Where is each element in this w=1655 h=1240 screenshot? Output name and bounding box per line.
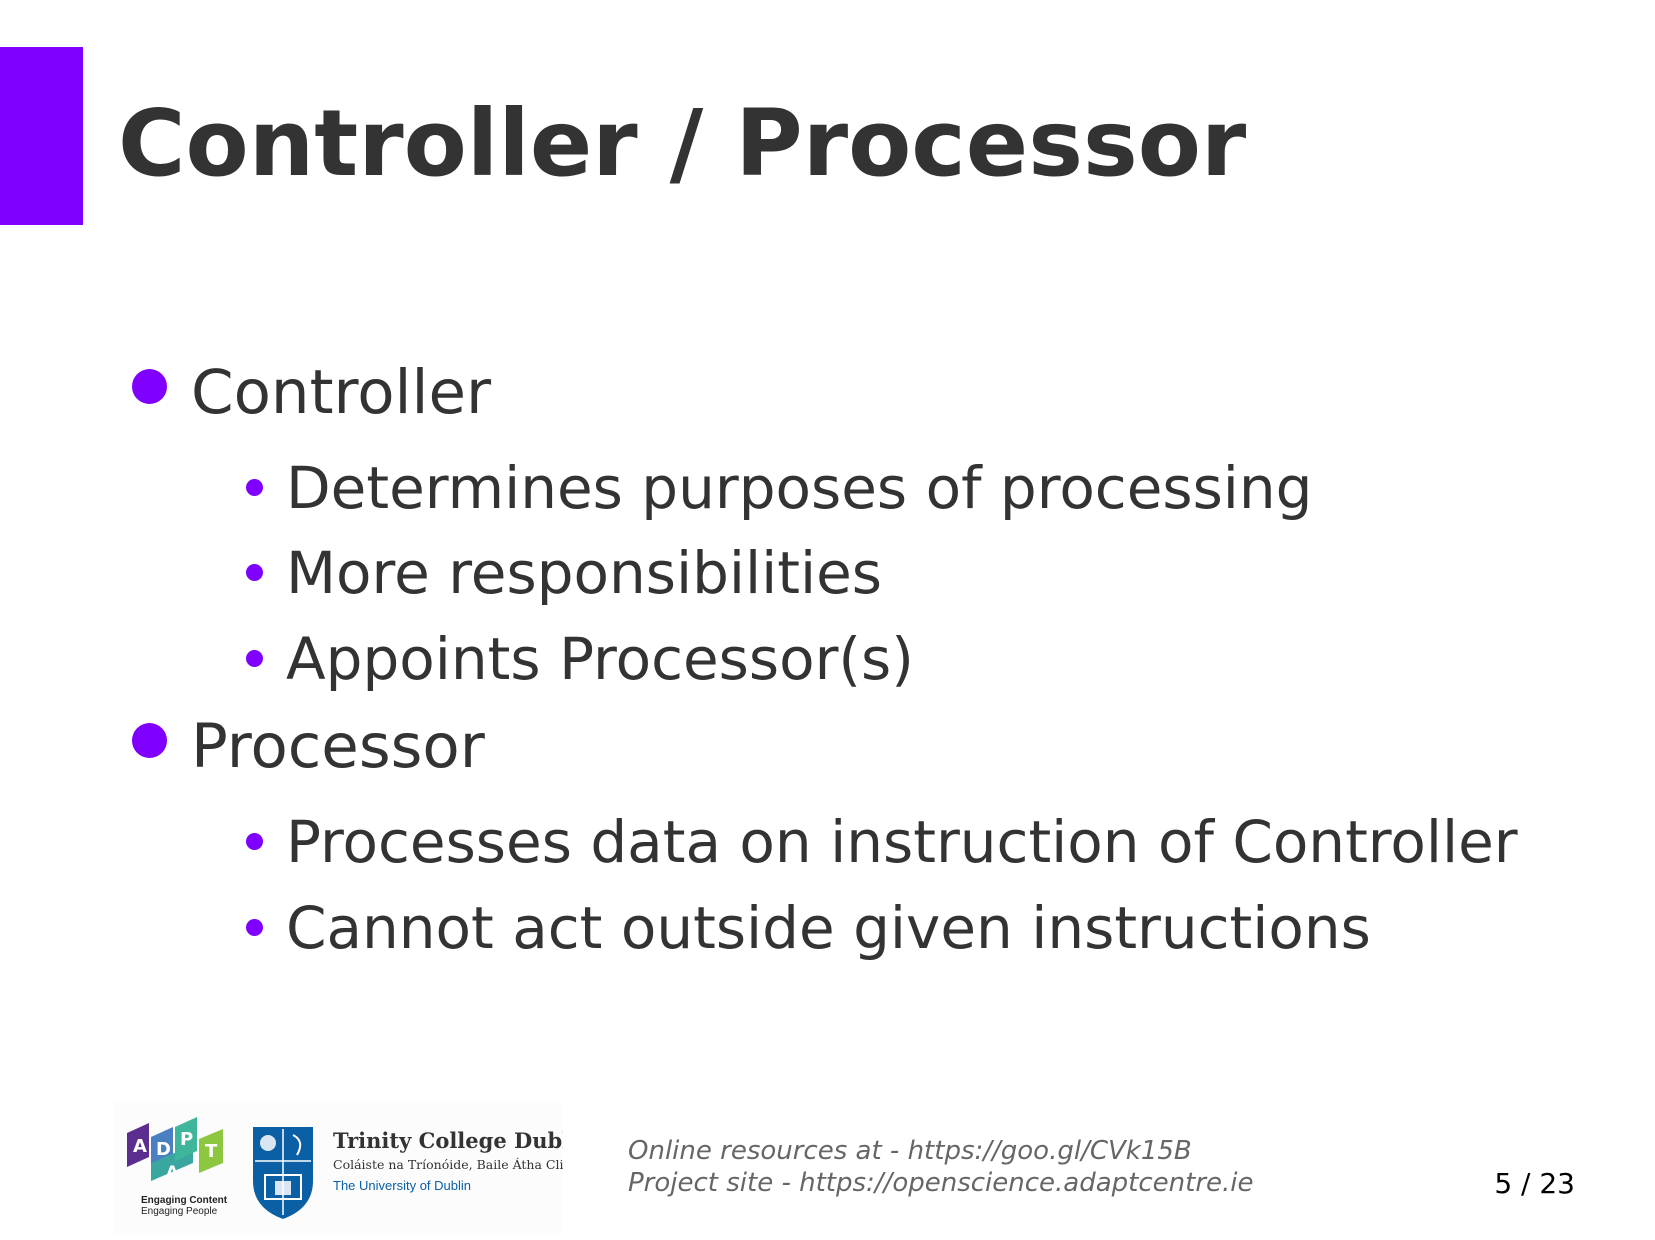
svg-text:T: T — [205, 1141, 218, 1162]
svg-text:Engaging People: Engaging People — [141, 1206, 218, 1217]
footer-logos: A D A P T Engaging Content Engaging Peop… — [113, 1103, 593, 1233]
bullet-dot — [132, 369, 167, 404]
sub-bullet-dot — [246, 833, 263, 850]
svg-text:A: A — [166, 1162, 179, 1181]
svg-text:A: A — [133, 1136, 147, 1157]
svg-text:P: P — [180, 1129, 193, 1150]
sub-bullet-item: Appoints Processor(s) — [286, 625, 914, 693]
slide-title: Controller / Processor — [118, 90, 1247, 197]
svg-text:Engaging Content: Engaging Content — [141, 1195, 228, 1206]
svg-text:D: D — [156, 1139, 171, 1160]
svg-text:The University of Dublin: The University of Dublin — [333, 1178, 471, 1193]
resources-link-text: Online resources at - https://goo.gl/CVk… — [628, 1136, 1192, 1166]
page-number: 5 / 23 — [1494, 1167, 1575, 1200]
sub-bullet-dot — [246, 479, 263, 496]
sub-bullet-item: More responsibilities — [286, 539, 883, 607]
sub-bullet-dot — [246, 564, 263, 581]
sub-bullet-item: Cannot act outside given instructions — [286, 894, 1371, 962]
sub-bullet-dot — [246, 919, 263, 936]
bullet-dot — [132, 723, 167, 758]
sub-bullet-dot — [246, 650, 263, 667]
project-site-text: Project site - https://openscience.adapt… — [628, 1168, 1254, 1198]
sub-bullet-item: Determines purposes of processing — [286, 454, 1313, 522]
title-accent-bar — [0, 47, 83, 225]
sub-bullet-item: Processes data on instruction of Control… — [286, 808, 1518, 876]
bullet-controller: Controller — [191, 357, 492, 428]
adapt-logo-icon: A D A P T Engaging Content Engaging Peop… — [127, 1117, 593, 1219]
bullet-processor: Processor — [191, 711, 485, 782]
svg-text:Trinity College Dublin: Trinity College Dublin — [333, 1128, 563, 1153]
svg-text:Coláiste na Tríonóide, Baile Á: Coláiste na Tríonóide, Baile Átha Cliath — [333, 1157, 563, 1172]
